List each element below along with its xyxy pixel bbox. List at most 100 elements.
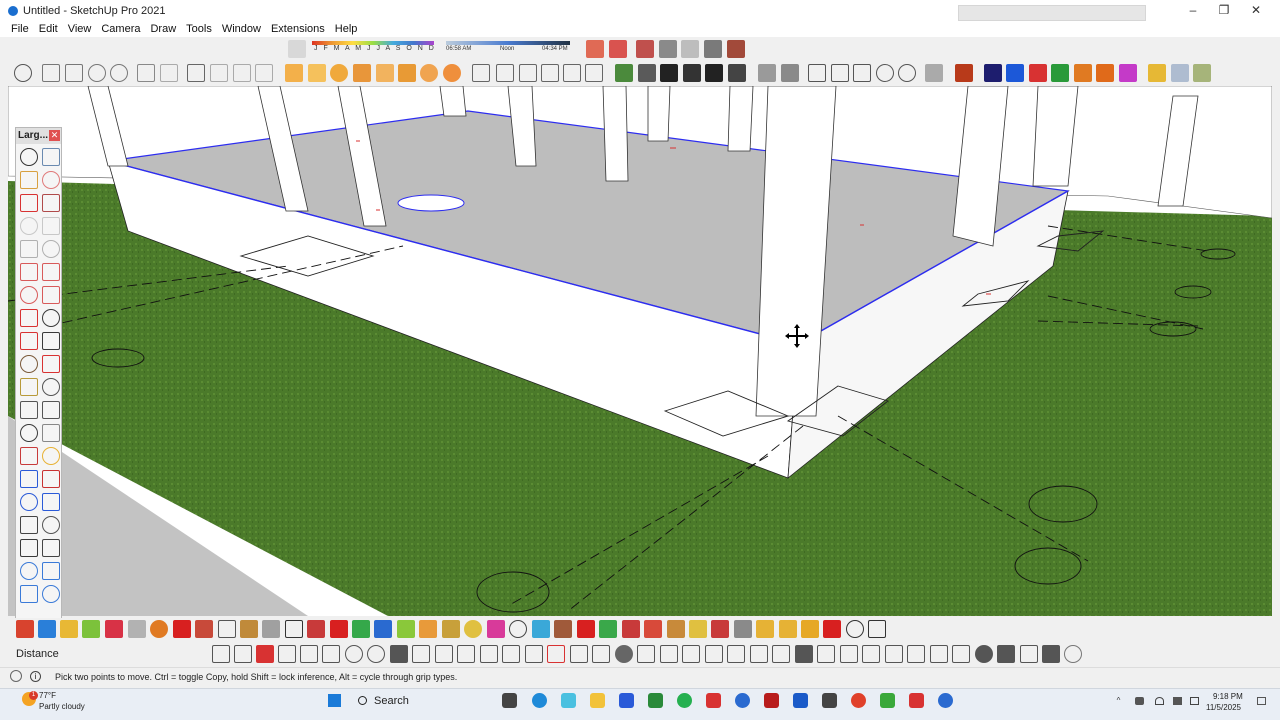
info-icon[interactable]: i — [30, 671, 41, 682]
menu-edit[interactable]: Edit — [34, 23, 63, 35]
plugin-tool-36-icon[interactable] — [997, 645, 1015, 663]
bottom-tool-23-icon[interactable] — [509, 620, 527, 638]
display-section-planes-icon[interactable] — [609, 40, 627, 58]
bottom-tool-8-icon[interactable] — [173, 620, 191, 638]
sandbox-smoove-icon[interactable] — [681, 40, 699, 58]
plugin-tool-28-icon[interactable] — [817, 645, 835, 663]
rotated-rectangle-icon[interactable] — [42, 217, 60, 235]
wifi-icon[interactable] — [1155, 697, 1164, 705]
push-pull-icon[interactable] — [42, 309, 60, 327]
walk-icon[interactable] — [20, 539, 38, 557]
plugin-tool-7-icon[interactable] — [345, 645, 363, 663]
pan-icon[interactable] — [65, 64, 83, 82]
component-options-icon[interactable] — [1171, 64, 1189, 82]
plugin-tool-15-icon[interactable] — [525, 645, 543, 663]
plugin-tool-8-icon[interactable] — [367, 645, 385, 663]
style-icon[interactable] — [925, 64, 943, 82]
plugin-tool-14-icon[interactable] — [502, 645, 520, 663]
paint-bucket-icon[interactable] — [20, 171, 38, 189]
model-view[interactable] — [8, 86, 1272, 616]
three-point-arc-icon[interactable] — [20, 286, 38, 304]
bottom-tool-1-icon[interactable] — [16, 620, 34, 638]
plugin-tool-39-icon[interactable] — [1064, 645, 1082, 663]
plugin-tool-20-icon[interactable] — [637, 645, 655, 663]
tape-measure-icon[interactable] — [308, 64, 326, 82]
maximize-button[interactable]: ❐ — [1207, 2, 1241, 19]
xray-icon[interactable] — [472, 64, 490, 82]
bottom-tool-24-icon[interactable] — [532, 620, 550, 638]
solid-subtract-icon[interactable] — [781, 64, 799, 82]
sandbox-from-contours-icon[interactable] — [659, 40, 677, 58]
plugin-tool-5-icon[interactable] — [300, 645, 318, 663]
plugin-tool-34-icon[interactable] — [952, 645, 970, 663]
tray-chevron-icon[interactable]: ^ — [1114, 697, 1123, 705]
solid-intersect-icon[interactable] — [831, 64, 849, 82]
minimize-button[interactable]: – — [1176, 2, 1210, 19]
bottom-tool-25-icon[interactable] — [554, 620, 572, 638]
bottom-tool-17-icon[interactable] — [374, 620, 392, 638]
solid-trim-icon[interactable] — [808, 64, 826, 82]
bottom-tool-34-icon[interactable] — [756, 620, 774, 638]
arc-icon[interactable] — [20, 263, 38, 281]
rectangle-icon[interactable] — [20, 217, 38, 235]
zoom-icon[interactable] — [20, 470, 38, 488]
bottom-tool-22-icon[interactable] — [487, 620, 505, 638]
component-icon[interactable] — [1148, 64, 1166, 82]
follow-me-icon[interactable] — [42, 332, 60, 350]
windows-start-icon[interactable] — [328, 694, 341, 707]
bottom-tool-19-icon[interactable] — [419, 620, 437, 638]
shadow-settings-strip[interactable]: J F M A M J J A S O N D 06:58 AM Noon 04… — [312, 41, 572, 55]
plugin-tool-11-icon[interactable] — [435, 645, 453, 663]
plugin-tool-33-icon[interactable] — [930, 645, 948, 663]
top-view-icon[interactable] — [210, 64, 228, 82]
orbit-icon[interactable] — [20, 447, 38, 465]
zoom-extents-icon[interactable] — [110, 64, 128, 82]
plugin-tool-12-icon[interactable] — [457, 645, 475, 663]
shaded-textures-icon[interactable] — [563, 64, 581, 82]
bottom-tool-39-icon[interactable] — [868, 620, 886, 638]
plugin-tool-23-icon[interactable] — [705, 645, 723, 663]
pan-icon[interactable] — [42, 447, 60, 465]
display-section-icon[interactable] — [20, 562, 38, 580]
view-right-icon[interactable] — [1051, 64, 1069, 82]
app-green-icon[interactable] — [880, 693, 895, 708]
circle-icon[interactable] — [20, 240, 38, 258]
plugin-tool-9-icon[interactable] — [390, 645, 408, 663]
plugin-tool-1-icon[interactable] — [212, 645, 230, 663]
text-icon[interactable] — [42, 401, 60, 419]
weather-temperature[interactable]: 77°F — [39, 691, 56, 700]
outer-shell-icon[interactable] — [443, 64, 461, 82]
bottom-tool-35-icon[interactable] — [779, 620, 797, 638]
file-explorer-icon[interactable] — [590, 693, 605, 708]
shadows-toggle-icon[interactable] — [288, 40, 306, 58]
plugin-tool-38-icon[interactable] — [1042, 645, 1060, 663]
protractor-icon[interactable] — [20, 401, 38, 419]
plugin-tool-31-icon[interactable] — [885, 645, 903, 663]
pdf-icon[interactable] — [764, 693, 779, 708]
task-view-icon[interactable] — [502, 693, 517, 708]
bottom-tool-12-icon[interactable] — [262, 620, 280, 638]
bottom-tool-27-icon[interactable] — [599, 620, 617, 638]
scale-icon[interactable] — [20, 355, 38, 373]
extension-warehouse-icon[interactable] — [638, 64, 656, 82]
bottom-tool-9-icon[interactable] — [195, 620, 213, 638]
plugin-tool-35-icon[interactable] — [975, 645, 993, 663]
plugin-tool-32-icon[interactable] — [907, 645, 925, 663]
look-around-icon[interactable] — [42, 516, 60, 534]
3d-warehouse-icon[interactable] — [615, 64, 633, 82]
plugin-tool-19-icon[interactable] — [615, 645, 633, 663]
solid-shell-icon[interactable] — [876, 64, 894, 82]
bottom-tool-31-icon[interactable] — [689, 620, 707, 638]
front-view-icon[interactable] — [233, 64, 251, 82]
hidden-line-icon[interactable] — [519, 64, 537, 82]
microphone-icon[interactable] — [1135, 697, 1144, 705]
sandbox-icon[interactable] — [20, 585, 38, 603]
plugin-tool-3-icon[interactable] — [256, 645, 274, 663]
plugin-tool-37-icon[interactable] — [1020, 645, 1038, 663]
layout-icon[interactable] — [728, 64, 746, 82]
sketchup-taskbar-icon[interactable] — [735, 693, 750, 708]
dimension-icon[interactable] — [42, 378, 60, 396]
menu-camera[interactable]: Camera — [96, 23, 145, 35]
view-top-icon[interactable] — [1074, 64, 1092, 82]
position-camera-icon[interactable] — [20, 516, 38, 534]
